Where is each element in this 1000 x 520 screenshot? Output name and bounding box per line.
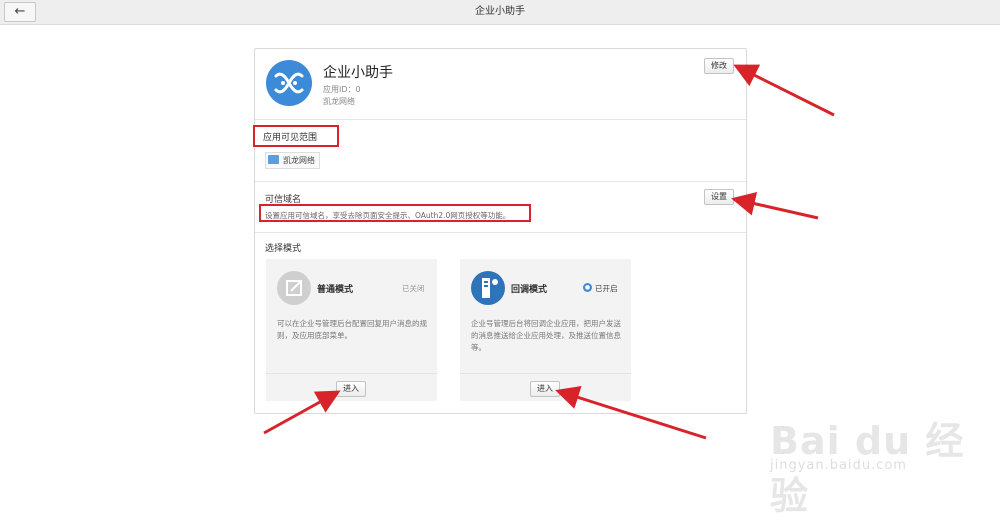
app-name: 企业小助手 (323, 65, 393, 81)
divider (266, 373, 437, 374)
scope-title: 应用可见范围 (263, 133, 318, 143)
page-title: 企业小助手 (475, 6, 525, 17)
normal-mode-enter-button[interactable]: 进入 (336, 381, 366, 397)
app-header-section: 企业小助手 应用ID：0 凯龙网络 修改 (255, 49, 746, 120)
callback-mode-status: 已开启 (595, 284, 618, 293)
divider (460, 373, 631, 374)
edit-button[interactable]: 修改 (704, 58, 734, 74)
normal-mode-name: 普通模式 (317, 285, 354, 295)
watermark-url: jingyan.baidu.com (770, 458, 907, 473)
server-icon (471, 271, 505, 305)
callback-mode-enter-button[interactable]: 进入 (530, 381, 560, 397)
info-icon: ● (583, 283, 592, 292)
app-logo-icon (266, 60, 312, 106)
normal-mode-desc: 可以在企业号管理后台配置回复用户消息的规则，及应用底部菜单。 (277, 319, 427, 340)
normal-mode-status: 已关闭 (402, 284, 425, 293)
mode-section: 选择模式 普通模式 已关闭 可以在企业号管理后台配置回复用户消息的规则，及应用底… (255, 233, 746, 413)
dept-name: 凯龙网络 (283, 156, 315, 165)
app-org: 凯龙网络 (323, 97, 355, 106)
edit-icon (277, 271, 311, 305)
folder-icon (268, 155, 279, 164)
mode-title: 选择模式 (265, 244, 302, 254)
app-settings-card: 企业小助手 应用ID：0 凯龙网络 修改 应用可见范围 凯龙网络 可信域名 设置… (253, 48, 747, 414)
visible-scope-section: 应用可见范围 凯龙网络 (253, 120, 746, 182)
trusted-domain-section: 可信域名 设置应用可信域名，享受去除页面安全提示、OAuth2.0网页授权等功能… (255, 182, 746, 233)
app-id: 应用ID：0 (323, 85, 361, 94)
callback-mode-desc: 企业号管理后台将回调企业应用，把用户发送的消息推送给企业应用处理，及推送位置信息… (471, 319, 621, 352)
arrow-to-edit (733, 64, 835, 117)
callback-mode-card: 回调模式 ● 已开启 企业号管理后台将回调企业应用，把用户发送的消息推送给企业应… (460, 259, 631, 401)
callback-mode-name: 回调模式 (511, 285, 548, 295)
top-bar: ← 企业小助手 (0, 0, 1000, 25)
domain-description: 设置应用可信域名，享受去除页面安全提示、OAuth2.0网页授权等功能。 (265, 211, 511, 220)
set-domain-button[interactable]: 设置 (704, 189, 734, 205)
dept-tag[interactable]: 凯龙网络 (265, 152, 320, 169)
normal-mode-card: 普通模式 已关闭 可以在企业号管理后台配置回复用户消息的规则，及应用底部菜单。 … (266, 259, 437, 401)
